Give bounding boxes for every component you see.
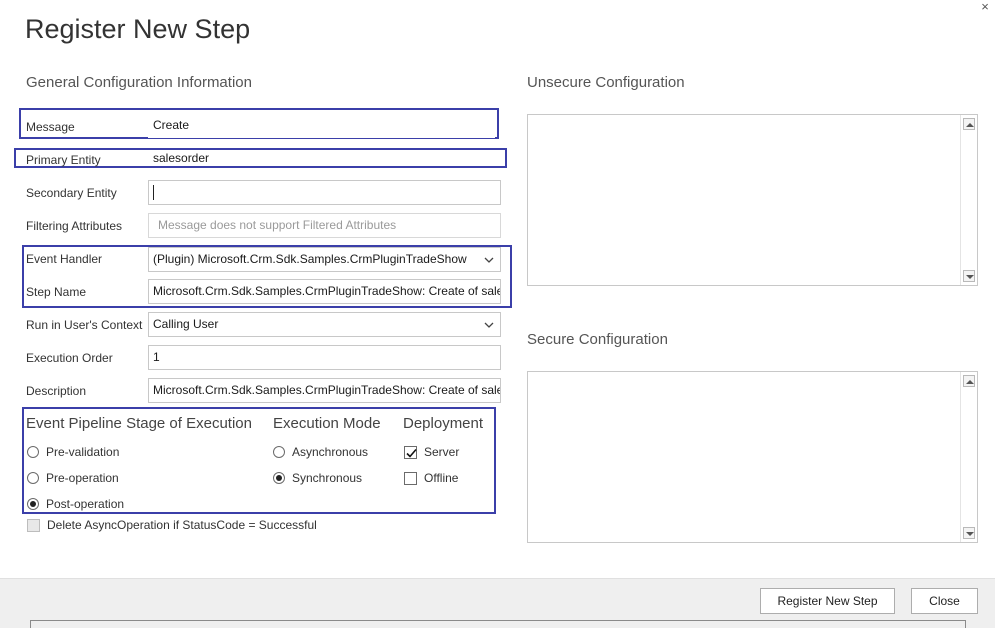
run-context-label: Run in User's Context <box>26 318 143 332</box>
delete-async-checkbox: Delete AsyncOperation if StatusCode = Su… <box>27 518 317 532</box>
deployment-title: Deployment <box>403 415 484 432</box>
scroll-down-icon[interactable] <box>963 527 975 539</box>
chevron-down-icon <box>484 322 494 328</box>
checkbox-disabled-icon <box>27 518 40 532</box>
chevron-down-icon <box>484 257 494 263</box>
secondary-entity-field[interactable] <box>148 180 501 205</box>
execution-mode-asynchronous[interactable]: Asynchronous <box>273 445 368 459</box>
option-label: Server <box>424 445 460 459</box>
option-label: Post-operation <box>46 497 125 511</box>
scrollbar[interactable] <box>960 115 977 285</box>
scroll-down-icon[interactable] <box>963 270 975 282</box>
run-context-select[interactable]: Calling User <box>148 312 501 337</box>
close-icon[interactable]: × <box>977 0 993 16</box>
execution-order-label: Execution Order <box>26 351 113 365</box>
description-field[interactable]: Microsoft.Crm.Sdk.Samples.CrmPluginTrade… <box>148 378 501 403</box>
step-name-label: Step Name <box>26 285 87 299</box>
execution-mode-synchronous[interactable]: Synchronous <box>273 471 362 485</box>
option-label: Offline <box>424 471 459 485</box>
primary-entity-field[interactable]: salesorder <box>148 150 503 166</box>
description-label: Description <box>26 384 87 398</box>
pipeline-option-pre-validation[interactable]: Pre-validation <box>27 445 119 459</box>
filtering-attributes-field: Message does not support Filtered Attrib… <box>148 213 501 238</box>
deployment-server-checkbox[interactable]: Server <box>404 445 459 459</box>
general-config-title: General Configuration Information <box>26 74 252 91</box>
option-label: Pre-operation <box>46 471 119 485</box>
pipeline-option-post-operation[interactable]: Post-operation <box>27 497 124 511</box>
event-handler-select[interactable]: (Plugin) Microsoft.Crm.Sdk.Samples.CrmPl… <box>148 247 501 272</box>
option-label: Pre-validation <box>46 445 120 459</box>
radio-icon <box>27 446 39 458</box>
secure-config-textarea[interactable] <box>527 371 978 543</box>
radio-icon <box>27 472 39 484</box>
delete-async-label: Delete AsyncOperation if StatusCode = Su… <box>47 518 317 532</box>
secure-config-title: Secure Configuration <box>527 331 668 348</box>
close-button[interactable]: Close <box>911 588 978 614</box>
text-caret <box>153 185 154 201</box>
scroll-up-icon[interactable] <box>963 118 975 130</box>
radio-selected-icon <box>273 472 285 484</box>
scrollbar[interactable] <box>960 372 977 542</box>
underlying-window-edge <box>30 620 966 628</box>
event-handler-label: Event Handler <box>26 252 103 266</box>
scroll-up-icon[interactable] <box>963 375 975 387</box>
checkbox-icon <box>404 471 417 485</box>
radio-selected-icon <box>27 498 39 510</box>
unsecure-config-textarea[interactable] <box>527 114 978 286</box>
run-context-value: Calling User <box>153 317 219 331</box>
execution-mode-title: Execution Mode <box>273 415 381 432</box>
dialog-title: Register New Step <box>25 14 251 44</box>
event-handler-value: (Plugin) Microsoft.Crm.Sdk.Samples.CrmPl… <box>153 252 467 266</box>
pipeline-stage-title: Event Pipeline Stage of Execution <box>26 415 252 432</box>
step-name-field[interactable]: Microsoft.Crm.Sdk.Samples.CrmPluginTrade… <box>148 279 501 304</box>
register-new-step-button[interactable]: Register New Step <box>760 588 895 614</box>
radio-icon <box>273 446 285 458</box>
filtering-attributes-label: Filtering Attributes <box>26 219 123 233</box>
primary-entity-label: Primary Entity <box>26 153 101 167</box>
deployment-offline-checkbox[interactable]: Offline <box>404 471 458 485</box>
option-label: Asynchronous <box>292 445 369 459</box>
execution-order-field[interactable]: 1 <box>148 345 501 370</box>
checkbox-checked-icon <box>404 445 417 459</box>
pipeline-option-pre-operation[interactable]: Pre-operation <box>27 471 119 485</box>
unsecure-config-title: Unsecure Configuration <box>527 74 685 91</box>
message-field[interactable]: Create <box>148 113 495 138</box>
message-label: Message <box>26 120 75 134</box>
secondary-entity-label: Secondary Entity <box>26 186 117 200</box>
option-label: Synchronous <box>292 471 363 485</box>
